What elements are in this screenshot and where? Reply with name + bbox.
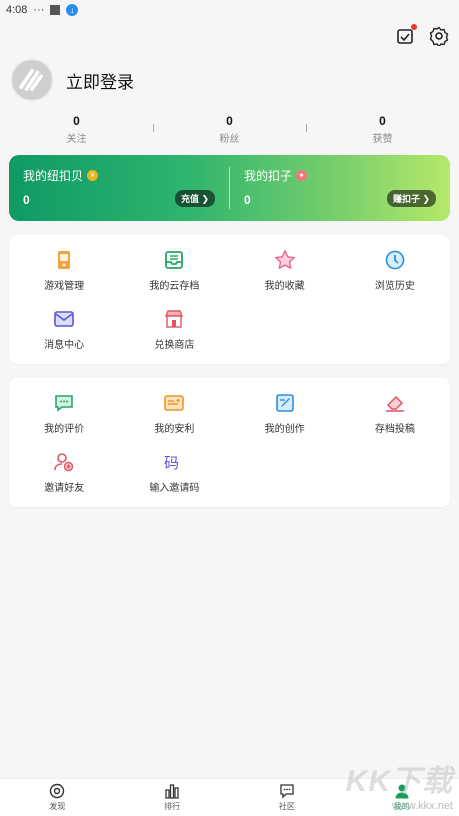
wallet-title: 我的纽扣贝 ¥ [23,167,215,184]
button-coin-icon: ● [296,170,308,181]
menu-shop[interactable]: 兑换商店 [119,308,229,353]
tab-rank[interactable]: 排行 [115,779,230,816]
red-dot-badge [411,24,417,30]
clock-icon [385,250,405,270]
wallet-kouzi[interactable]: 我的扣子 ● 0 赚扣子 ❯ [230,155,450,221]
stat-num: 0 [379,114,386,128]
tab-label: 排行 [164,802,181,811]
coin-icon: ¥ [87,170,99,181]
stat-label: 粉丝 [219,134,240,145]
comment-icon [55,395,73,412]
bottom-tab-bar: 发现 排行 社区 我的 [0,778,459,816]
notification-icon [50,5,61,15]
menu-label: 游戏管理 [44,281,85,292]
wallet-left-title: 我的纽扣贝 [23,169,84,183]
cloud-save-icon [165,251,184,269]
earn-kouzi-button[interactable]: 赚扣子 ❯ [386,190,436,207]
code-icon: 码 [164,454,179,472]
menu-history[interactable]: 浏览历史 [340,249,450,294]
mail-icon [54,310,74,327]
eraser-icon [385,395,404,412]
menu-label: 我的收藏 [264,281,305,292]
status-time: 4:08 [6,4,28,16]
wallet-card: 我的纽扣贝 ¥ 0 充值 ❯ 我的扣子 ● 0 赚扣子 ❯ [9,155,450,221]
menu-label: 邀请好友 [44,482,85,494]
profile-header[interactable]: 立即登录 [10,58,134,102]
avatar[interactable] [10,58,54,102]
community-icon [280,784,294,799]
status-bar: 4:08 ··· ↓ [0,0,459,20]
wallet-left-value: 0 [23,193,30,207]
top-actions [395,24,449,48]
menu-messages[interactable]: 消息中心 [9,308,119,353]
stats-row: 0 关注 0 粉丝 0 获赞 [0,114,459,145]
checkin-icon[interactable] [395,24,417,46]
stat-following[interactable]: 0 关注 [0,114,153,145]
stat-label: 关注 [66,134,87,145]
recharge-button[interactable]: 充值 ❯ [174,190,215,207]
download-icon: ↓ [66,4,79,16]
tab-label: 我的 [393,802,410,811]
menu-label: 我的创作 [264,424,305,435]
menu-invite-friends[interactable]: 邀请好友 [9,451,119,496]
menu-my-recommend[interactable]: 我的安利 [119,392,229,437]
tab-mine[interactable]: 我的 [344,779,459,816]
invite-user-icon [54,452,74,471]
menu-save-submit[interactable]: 存档投稿 [340,392,450,437]
menu-favorites[interactable]: 我的收藏 [230,249,340,294]
features-card: 游戏管理 我的云存档 我的收藏 浏览历史 消息中心 兑换商店 [9,235,450,364]
menu-my-reviews[interactable]: 我的评价 [9,392,119,437]
menu-label: 兑换商店 [154,339,195,351]
login-label[interactable]: 立即登录 [66,68,134,93]
star-icon [274,249,296,270]
discover-icon [50,783,65,799]
rank-icon [165,784,179,799]
creation-card: 我的评价 我的安利 我的创作 存档投稿 邀请好友 码 输入邀请码 [9,378,450,507]
wallet-niukoubei[interactable]: 我的纽扣贝 ¥ 0 充值 ❯ [9,155,229,221]
menu-label: 浏览历史 [374,281,415,292]
menu-game-manage[interactable]: 游戏管理 [9,249,119,294]
stat-num: 0 [226,114,233,128]
tab-label: 社区 [278,802,295,811]
menu-label: 输入邀请码 [149,482,200,494]
game-manage-icon [58,251,71,269]
menu-cloud-save[interactable]: 我的云存档 [119,249,229,294]
stat-num: 0 [73,114,80,128]
menu-label: 我的安利 [154,424,195,435]
tab-community[interactable]: 社区 [230,779,345,816]
menu-enter-invite-code[interactable]: 码 输入邀请码 [119,451,229,496]
profile-icon [395,784,409,799]
stat-fans[interactable]: 0 粉丝 [153,114,306,145]
tab-label: 发现 [49,802,66,811]
menu-label: 存档投稿 [374,424,415,435]
menu-my-creations[interactable]: 我的创作 [230,392,340,437]
menu-label: 我的评价 [44,424,85,435]
wallet-right-title: 我的扣子 [244,169,293,183]
settings-icon[interactable] [429,26,449,48]
shop-icon [165,309,184,328]
tab-discover[interactable]: 发现 [0,779,115,816]
svg-text:码: 码 [164,454,179,472]
wallet-title: 我的扣子 ● [244,167,436,184]
recommend-icon [164,395,185,411]
status-dots: ··· [33,4,45,16]
stat-likes[interactable]: 0 获赞 [306,114,459,145]
menu-label: 消息中心 [44,339,85,351]
stat-label: 获赞 [372,134,393,145]
wallet-right-value: 0 [244,193,251,207]
menu-label: 我的云存档 [149,281,200,292]
edit-icon [275,394,294,412]
